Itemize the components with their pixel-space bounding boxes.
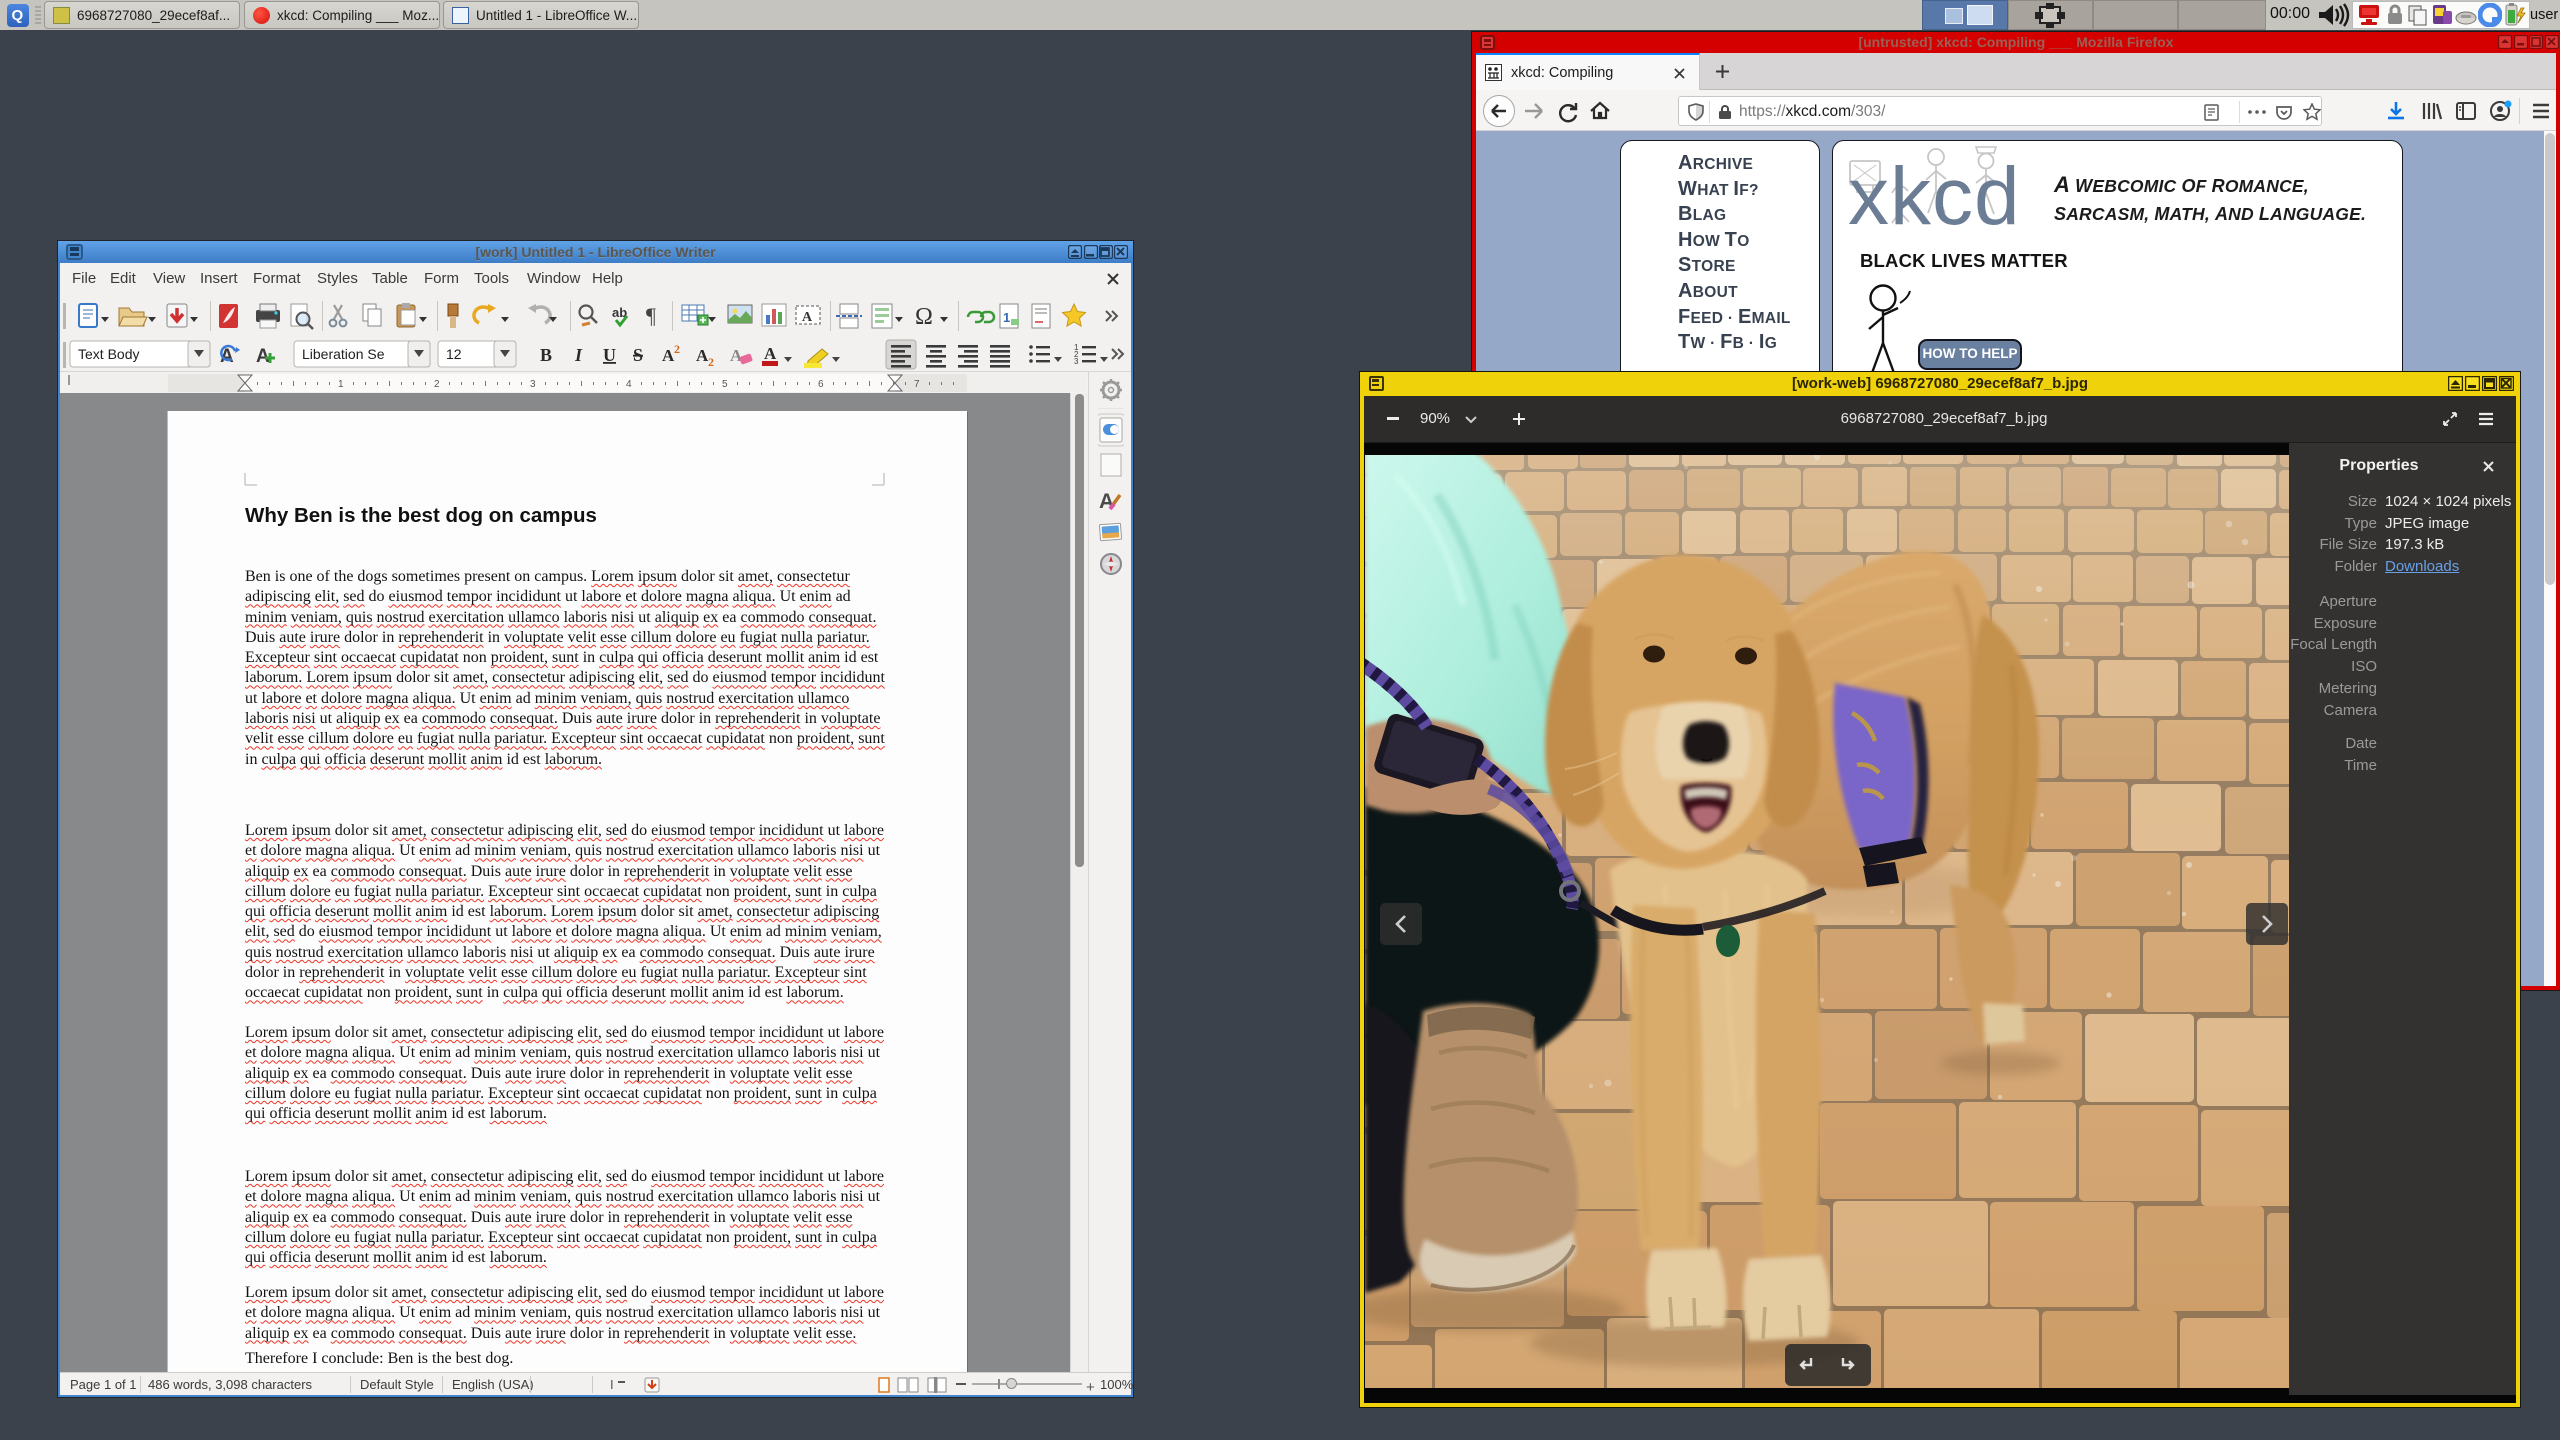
svg-text:U: U bbox=[603, 345, 616, 365]
svg-text:¶: ¶ bbox=[646, 303, 656, 328]
svg-text:6: 6 bbox=[818, 379, 824, 390]
svg-text:Ω: Ω bbox=[915, 304, 933, 330]
svg-text:A: A bbox=[802, 310, 813, 325]
svg-text:2: 2 bbox=[708, 355, 714, 369]
svg-text:I: I bbox=[574, 345, 583, 365]
svg-text:Text Body: Text Body bbox=[78, 346, 139, 362]
svg-text:4: 4 bbox=[626, 379, 632, 390]
svg-text:1: 1 bbox=[338, 379, 344, 390]
svg-text:S: S bbox=[633, 345, 643, 365]
svg-text:12: 12 bbox=[446, 346, 462, 362]
svg-text:1: 1 bbox=[1003, 310, 1010, 325]
svg-text:2: 2 bbox=[434, 379, 440, 390]
svg-text:A: A bbox=[764, 344, 777, 363]
svg-text:3: 3 bbox=[1074, 357, 1079, 366]
svg-text:2: 2 bbox=[674, 342, 680, 356]
svg-text:3: 3 bbox=[530, 379, 536, 390]
svg-text:B: B bbox=[540, 345, 552, 365]
svg-text:7: 7 bbox=[914, 379, 920, 390]
svg-text:5: 5 bbox=[722, 379, 728, 390]
svg-text:Liberation Se: Liberation Se bbox=[302, 346, 385, 362]
